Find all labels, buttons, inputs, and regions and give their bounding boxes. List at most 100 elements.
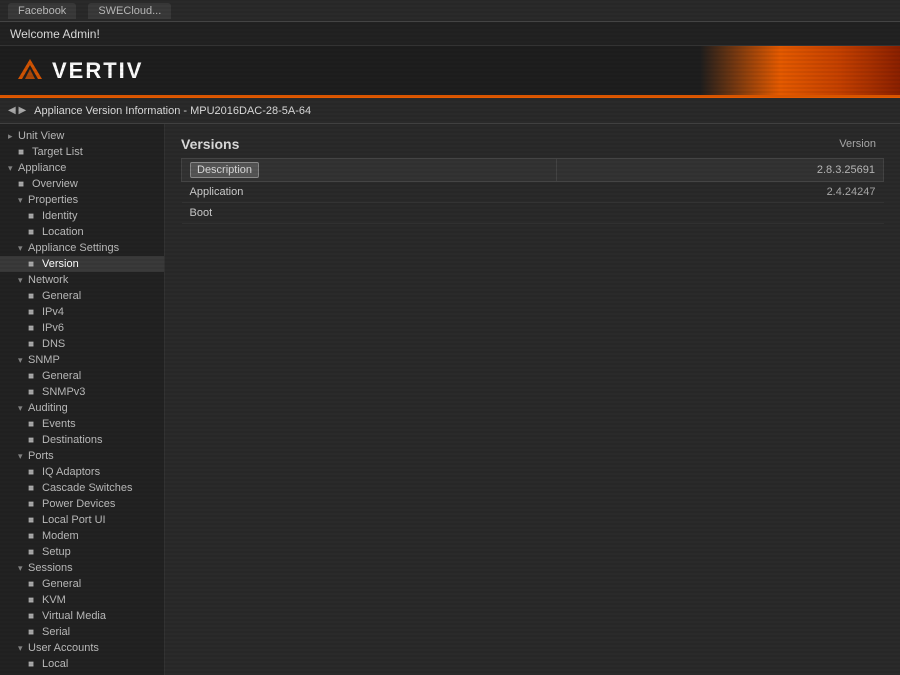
doc-icon: ■ bbox=[28, 627, 42, 638]
sidebar-item-label: DNS bbox=[42, 338, 65, 350]
welcome-bar: Welcome Admin! bbox=[0, 22, 900, 46]
sidebar-item-target-list[interactable]: ■ Target List bbox=[0, 144, 164, 160]
doc-icon: ■ bbox=[28, 659, 42, 670]
doc-icon: ■ bbox=[28, 291, 42, 302]
sidebar-item-virtual-media[interactable]: ■ Virtual Media bbox=[0, 608, 164, 624]
sidebar-item-label: Appliance bbox=[18, 162, 66, 174]
sidebar-item-label: Auditing bbox=[28, 402, 68, 414]
arrow-icon: ▾ bbox=[18, 451, 28, 462]
sidebar-item-label: IPv6 bbox=[42, 322, 64, 334]
browser-bar: Facebook SWECloud... bbox=[0, 0, 900, 22]
sidebar-item-identity[interactable]: ■ Identity bbox=[0, 208, 164, 224]
sidebar-item-sessions[interactable]: ▾ Sessions bbox=[0, 560, 164, 576]
row-description: Boot bbox=[182, 203, 557, 224]
versions-table: Description 2.8.3.25691 Application2.4.2… bbox=[181, 158, 884, 224]
sidebar-item-events[interactable]: ■ Events bbox=[0, 416, 164, 432]
sidebar-item-properties[interactable]: ▾ Properties bbox=[0, 192, 164, 208]
sidebar-item-label: Target List bbox=[32, 146, 83, 158]
sidebar-item-sessions-general[interactable]: ■ General bbox=[0, 576, 164, 592]
sidebar-item-power-devices[interactable]: ■ Power Devices bbox=[0, 496, 164, 512]
arrow-icon: ▾ bbox=[8, 163, 18, 174]
row-description: Application bbox=[182, 182, 557, 203]
col-header-description: Description bbox=[182, 159, 557, 182]
doc-icon: ■ bbox=[28, 531, 42, 542]
sidebar-item-local-port-ui[interactable]: ■ Local Port UI bbox=[0, 512, 164, 528]
sidebar-item-version[interactable]: ■ Version bbox=[0, 256, 164, 272]
main-layout: ▸ Unit View ■ Target List ▾ Appliance ■ … bbox=[0, 124, 900, 675]
arrow-icon: ▾ bbox=[18, 275, 28, 286]
sidebar-item-network[interactable]: ▾ Network bbox=[0, 272, 164, 288]
sidebar-item-overview[interactable]: ■ Overview bbox=[0, 176, 164, 192]
sidebar-item-appliance-settings[interactable]: ▾ Appliance Settings bbox=[0, 240, 164, 256]
arrow-icon: ▸ bbox=[8, 131, 18, 142]
sidebar-item-general[interactable]: ■ General bbox=[0, 288, 164, 304]
tab-swecloud[interactable]: SWECloud... bbox=[88, 3, 171, 19]
sidebar-item-local[interactable]: ■ Local bbox=[0, 656, 164, 672]
sidebar-item-label: Local bbox=[42, 658, 68, 670]
sidebar-item-label: General bbox=[42, 578, 81, 590]
table-row: Application2.4.24247 bbox=[182, 182, 884, 203]
doc-icon: ■ bbox=[28, 611, 42, 622]
sub-header: ◀ ▶ Appliance Version Information - MPU2… bbox=[0, 98, 900, 124]
sidebar-item-ipv4[interactable]: ■ IPv4 bbox=[0, 304, 164, 320]
sidebar-item-snmp-general[interactable]: ■ General bbox=[0, 368, 164, 384]
arrow-icon: ▾ bbox=[18, 355, 28, 366]
sidebar-item-label: Serial bbox=[42, 626, 70, 638]
sidebar-item-label: Ports bbox=[28, 450, 54, 462]
sidebar-item-iq-adaptors[interactable]: ■ IQ Adaptors bbox=[0, 464, 164, 480]
sidebar-item-label: Local Port UI bbox=[42, 514, 106, 526]
sidebar-item-dns[interactable]: ■ DNS bbox=[0, 336, 164, 352]
arrow-icon: ▾ bbox=[18, 195, 28, 206]
sidebar: ▸ Unit View ■ Target List ▾ Appliance ■ … bbox=[0, 124, 165, 675]
row-version: 2.4.24247 bbox=[556, 182, 883, 203]
sidebar-item-destinations[interactable]: ■ Destinations bbox=[0, 432, 164, 448]
sidebar-item-location[interactable]: ■ Location bbox=[0, 224, 164, 240]
sidebar-item-appliance[interactable]: ▾ Appliance bbox=[0, 160, 164, 176]
sidebar-item-label: Virtual Media bbox=[42, 610, 106, 622]
sidebar-item-label: Location bbox=[42, 226, 84, 238]
sidebar-item-label: General bbox=[42, 370, 81, 382]
doc-icon: ■ bbox=[28, 483, 42, 494]
arrow-icon: ▾ bbox=[18, 563, 28, 574]
vertiv-logo: VERTIV bbox=[16, 57, 143, 85]
sidebar-item-snmpv3[interactable]: ■ SNMPv3 bbox=[0, 384, 164, 400]
sidebar-item-auditing[interactable]: ▾ Auditing bbox=[0, 400, 164, 416]
sidebar-item-label: SNMP bbox=[28, 354, 60, 366]
doc-icon: ■ bbox=[28, 339, 42, 350]
sidebar-item-unit-view[interactable]: ▸ Unit View bbox=[0, 128, 164, 144]
doc-icon: ■ bbox=[28, 435, 42, 446]
tab-facebook[interactable]: Facebook bbox=[8, 3, 76, 19]
doc-icon: ■ bbox=[28, 227, 42, 238]
sidebar-item-label: Properties bbox=[28, 194, 78, 206]
list-icon: ■ bbox=[18, 147, 32, 158]
sidebar-item-label: Modem bbox=[42, 530, 79, 542]
doc-icon: ■ bbox=[28, 547, 42, 558]
doc-icon: ■ bbox=[28, 259, 42, 270]
sidebar-item-label: Setup bbox=[42, 546, 71, 558]
sidebar-item-snmp[interactable]: ▾ SNMP bbox=[0, 352, 164, 368]
sidebar-item-ipv6[interactable]: ■ IPv6 bbox=[0, 320, 164, 336]
page-subtitle: Appliance Version Information - MPU2016D… bbox=[34, 105, 311, 117]
sidebar-item-kvm[interactable]: ■ KVM bbox=[0, 592, 164, 608]
doc-icon: ■ bbox=[28, 467, 42, 478]
doc-icon: ■ bbox=[28, 211, 42, 222]
sidebar-item-label: IPv4 bbox=[42, 306, 64, 318]
arrow-icon: ▾ bbox=[18, 243, 28, 254]
sidebar-item-user-accounts[interactable]: ▾ User Accounts bbox=[0, 640, 164, 656]
versions-header: Versions Version bbox=[181, 136, 884, 152]
sidebar-item-serial[interactable]: ■ Serial bbox=[0, 624, 164, 640]
version-col-label: Version bbox=[839, 138, 876, 150]
doc-icon: ■ bbox=[28, 323, 42, 334]
doc-icon: ■ bbox=[28, 387, 42, 398]
sidebar-item-ports[interactable]: ▾ Ports bbox=[0, 448, 164, 464]
sidebar-item-setup[interactable]: ■ Setup bbox=[0, 544, 164, 560]
doc-icon: ■ bbox=[18, 179, 32, 190]
doc-icon: ■ bbox=[28, 515, 42, 526]
sidebar-item-cascade-switches[interactable]: ■ Cascade Switches bbox=[0, 480, 164, 496]
sidebar-item-label: Appliance Settings bbox=[28, 242, 119, 254]
sidebar-item-modem[interactable]: ■ Modem bbox=[0, 528, 164, 544]
arrow-icon: ▾ bbox=[18, 403, 28, 414]
doc-icon: ■ bbox=[28, 579, 42, 590]
description-sort-button[interactable]: Description bbox=[190, 162, 259, 178]
sidebar-item-label: Destinations bbox=[42, 434, 103, 446]
